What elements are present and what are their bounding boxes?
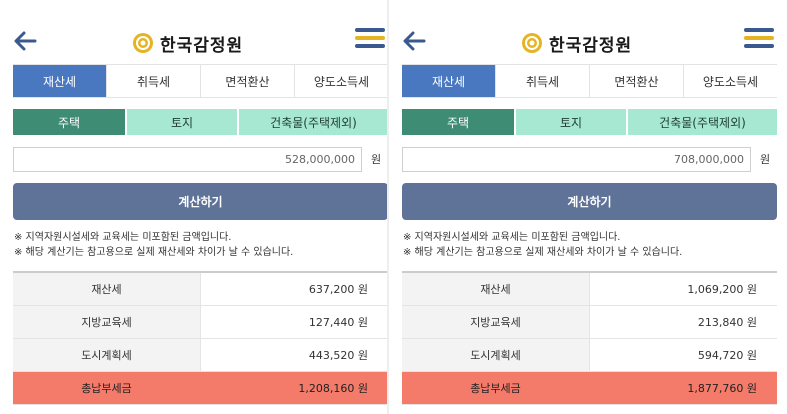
notes: ※ 지역자원시설세와 교육세는 미포함된 금액입니다. ※ 해당 계산기는 참고…	[14, 230, 384, 260]
arrow-left-icon	[14, 31, 37, 51]
result-label: 도시계획세	[402, 339, 590, 371]
tax-type-tabs: 재산세 취득세 면적환산 양도소득세	[13, 64, 388, 98]
result-label: 재산세	[13, 273, 201, 305]
result-value: 443,520 원	[201, 339, 388, 371]
subtab-land[interactable]: 토지	[127, 109, 237, 135]
brand-logo: 한국감정원	[521, 30, 632, 56]
table-row: 도시계획세 443,520 원	[13, 339, 388, 372]
table-row: 도시계획세 594,720 원	[402, 339, 777, 372]
arrow-left-icon	[403, 31, 426, 51]
calculator-panel-right: 한국감정원 재산세 취득세 면적환산 양도소득세 주택 토지 건축물(주택제외)…	[389, 0, 778, 414]
total-value: 1,877,760 원	[590, 372, 777, 404]
table-row: 재산세 1,069,200 원	[402, 273, 777, 306]
hamburger-menu-button[interactable]	[355, 28, 385, 54]
logo-text: 한국감정원	[549, 35, 633, 56]
note-line: ※ 지역자원시설세와 교육세는 미포함된 금액입니다.	[14, 232, 232, 243]
result-label: 지방교육세	[402, 306, 590, 338]
note-line: ※ 해당 계산기는 참고용으로 실제 재산세와 차이가 날 수 있습니다.	[403, 247, 683, 258]
subtab-housing[interactable]: 주택	[402, 109, 514, 135]
result-value: 1,069,200 원	[590, 273, 777, 305]
hamburger-menu-icon-bar	[744, 36, 774, 40]
tab-area-conversion[interactable]: 면적환산	[200, 65, 294, 97]
brand-logo: 한국감정원	[132, 30, 243, 56]
subtab-building[interactable]: 건축물(주택제외)	[239, 109, 388, 135]
subtab-land[interactable]: 토지	[516, 109, 626, 135]
total-label: 총납부세금	[13, 372, 201, 404]
logo-text: 한국감정원	[160, 35, 244, 56]
app-header: 한국감정원	[0, 0, 389, 62]
hamburger-menu-icon-bar	[744, 44, 774, 48]
total-value: 1,208,160 원	[201, 372, 388, 404]
tab-capital-gains-tax[interactable]: 양도소득세	[683, 65, 777, 97]
hamburger-menu-icon-bar	[355, 44, 385, 48]
hamburger-menu-icon-bar	[355, 36, 385, 40]
note-line: ※ 지역자원시설세와 교육세는 미포함된 금액입니다.	[403, 232, 621, 243]
property-type-tabs: 주택 토지 건축물(주택제외)	[13, 109, 388, 135]
calculate-button[interactable]: 계산하기	[402, 183, 777, 220]
hamburger-menu-icon	[744, 28, 774, 32]
results-table: 재산세 637,200 원 지방교육세 127,440 원 도시계획세 443,…	[13, 271, 388, 405]
tab-capital-gains-tax[interactable]: 양도소득세	[294, 65, 388, 97]
results-table: 재산세 1,069,200 원 지방교육세 213,840 원 도시계획세 59…	[402, 271, 777, 405]
amount-unit-label: 원	[760, 153, 771, 166]
amount-input[interactable]	[13, 147, 362, 172]
notes: ※ 지역자원시설세와 교육세는 미포함된 금액입니다. ※ 해당 계산기는 참고…	[403, 230, 773, 260]
total-row: 총납부세금 1,877,760 원	[402, 372, 777, 405]
app-header: 한국감정원	[389, 0, 778, 62]
calculate-button[interactable]: 계산하기	[13, 183, 388, 220]
table-row: 재산세 637,200 원	[13, 273, 388, 306]
hamburger-menu-button[interactable]	[744, 28, 774, 54]
logo-emblem-icon	[133, 33, 153, 53]
tab-acquisition-tax[interactable]: 취득세	[495, 65, 589, 97]
result-label: 도시계획세	[13, 339, 201, 371]
note-line: ※ 해당 계산기는 참고용으로 실제 재산세와 차이가 날 수 있습니다.	[14, 247, 294, 258]
tax-type-tabs: 재산세 취득세 면적환산 양도소득세	[402, 64, 777, 98]
subtab-building[interactable]: 건축물(주택제외)	[628, 109, 777, 135]
hamburger-menu-icon	[355, 28, 385, 32]
table-row: 지방교육세 127,440 원	[13, 306, 388, 339]
result-value: 127,440 원	[201, 306, 388, 338]
amount-input[interactable]	[402, 147, 751, 172]
result-label: 지방교육세	[13, 306, 201, 338]
amount-unit-label: 원	[371, 153, 382, 166]
back-button[interactable]	[399, 26, 429, 56]
table-row: 지방교육세 213,840 원	[402, 306, 777, 339]
result-label: 재산세	[402, 273, 590, 305]
result-value: 213,840 원	[590, 306, 777, 338]
tab-property-tax[interactable]: 재산세	[402, 65, 495, 97]
tab-acquisition-tax[interactable]: 취득세	[106, 65, 200, 97]
back-button[interactable]	[10, 26, 40, 56]
logo-emblem-icon	[522, 33, 542, 53]
total-row: 총납부세금 1,208,160 원	[13, 372, 388, 405]
result-value: 594,720 원	[590, 339, 777, 371]
result-value: 637,200 원	[201, 273, 388, 305]
total-label: 총납부세금	[402, 372, 590, 404]
subtab-housing[interactable]: 주택	[13, 109, 125, 135]
tab-area-conversion[interactable]: 면적환산	[589, 65, 683, 97]
property-type-tabs: 주택 토지 건축물(주택제외)	[402, 109, 777, 135]
calculator-panel-left: 한국감정원 재산세 취득세 면적환산 양도소득세 주택 토지 건축물(주택제외)…	[0, 0, 389, 414]
tab-property-tax[interactable]: 재산세	[13, 65, 106, 97]
